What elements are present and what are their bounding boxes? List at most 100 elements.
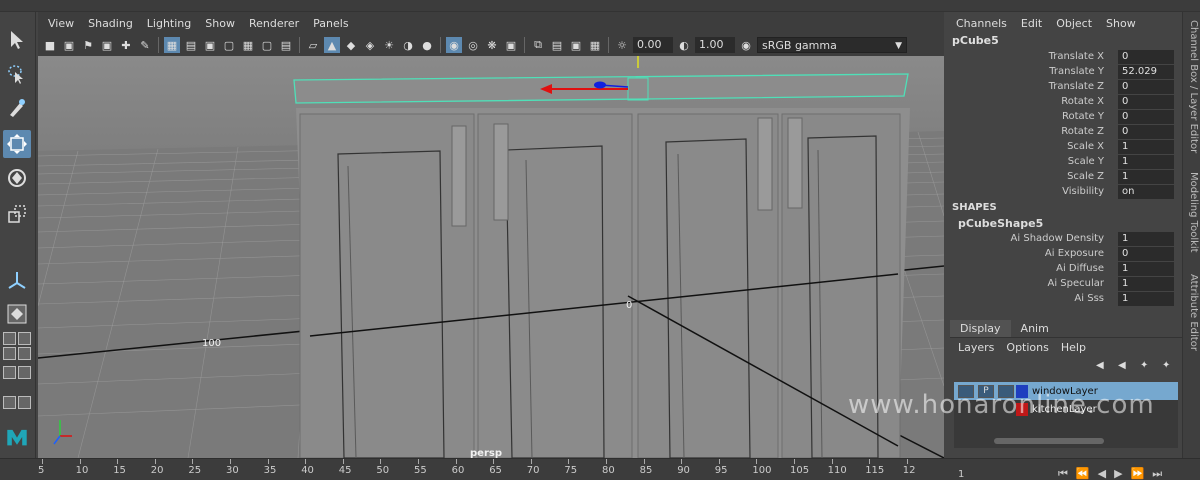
gate-mask-icon[interactable]: ▢ (221, 37, 237, 53)
outliner-layout-icon[interactable] (3, 396, 31, 409)
shape-name[interactable]: pCubeShape5 (946, 217, 1182, 232)
tab-modeling-toolkit[interactable]: Modeling Toolkit (1185, 172, 1199, 253)
grid-icon[interactable]: ▦ (164, 37, 180, 53)
motion-blur-icon[interactable]: ▤ (549, 37, 565, 53)
exposure-field[interactable]: 0.00 (633, 37, 673, 53)
rotate-tool-icon[interactable] (3, 164, 31, 192)
attribute-value[interactable]: 1 (1118, 292, 1174, 306)
tab-display[interactable]: Display (950, 320, 1011, 337)
attribute-row[interactable]: Rotate Z 0 (946, 125, 1182, 140)
menu-object[interactable]: Object (1056, 17, 1092, 30)
attribute-row[interactable]: Translate Z 0 (946, 80, 1182, 95)
create-layer-from-selected-icon[interactable]: ✦ (1162, 360, 1176, 374)
object-name[interactable]: pCube5 (946, 34, 1182, 50)
resolution-gate-icon[interactable]: ▣ (202, 37, 218, 53)
attribute-row[interactable]: Ai Diffuse 1 (946, 262, 1182, 277)
use-all-lights-icon[interactable]: ☀ (381, 37, 397, 53)
attribute-row[interactable]: Rotate Y 0 (946, 110, 1182, 125)
attribute-value[interactable]: 0 (1118, 80, 1174, 94)
film-gate-icon[interactable]: ▤ (183, 37, 199, 53)
menu-layers[interactable]: Layers (958, 341, 994, 354)
field-chart-icon[interactable]: ▦ (240, 37, 256, 53)
wireframe-icon[interactable]: ▱ (305, 37, 321, 53)
attribute-row[interactable]: Ai Exposure 0 (946, 247, 1182, 262)
scale-tool-icon[interactable] (3, 200, 31, 228)
gamma-icon[interactable]: ◐ (676, 37, 692, 53)
attribute-value[interactable]: 0 (1118, 110, 1174, 124)
move-tool-icon[interactable] (3, 130, 31, 158)
attribute-value[interactable]: 0 (1118, 125, 1174, 139)
attribute-row[interactable]: Visibility on (946, 185, 1182, 200)
select-tool-icon[interactable] (3, 26, 31, 54)
menu-panels[interactable]: Panels (313, 17, 348, 30)
attribute-value[interactable]: 1 (1118, 155, 1174, 169)
menu-renderer[interactable]: Renderer (249, 17, 299, 30)
select-camera-icon[interactable]: ⧉ (530, 37, 546, 53)
menu-show[interactable]: Show (1106, 17, 1136, 30)
camera-icon[interactable]: ■ (42, 37, 58, 53)
bookmark-icon[interactable]: ⚑ (80, 37, 96, 53)
step-back-frame-icon[interactable]: ◀ (1098, 467, 1106, 480)
tab-channel-box-layer-editor[interactable]: Channel Box / Layer Editor (1185, 20, 1199, 153)
step-back-key-icon[interactable]: ⏪ (1076, 467, 1090, 480)
shadows-icon[interactable]: ◑ (400, 37, 416, 53)
safe-action-icon[interactable]: ▢ (259, 37, 275, 53)
time-slider[interactable]: 5 10 15 20 25 30 35 40 45 50 55 60 65 70 75 80 85 90 95 100… (0, 458, 948, 480)
2d-pan-zoom-icon[interactable]: ✚ (118, 37, 134, 53)
go-to-start-icon[interactable]: ⏮ (1058, 467, 1068, 480)
move-layer-up-icon[interactable]: ◀ (1096, 360, 1110, 374)
attribute-value[interactable]: 1 (1118, 277, 1174, 291)
attribute-row[interactable]: Ai Shadow Density 1 (946, 232, 1182, 247)
menu-view[interactable]: View (48, 17, 74, 30)
menu-shading[interactable]: Shading (88, 17, 133, 30)
multisample-icon[interactable]: ▣ (568, 37, 584, 53)
attribute-value[interactable]: 1 (1118, 170, 1174, 184)
camera-attributes-icon[interactable]: ▣ (61, 37, 77, 53)
attribute-value[interactable]: 0 (1118, 50, 1174, 64)
four-view-layout-icon[interactable] (3, 332, 31, 360)
textured-icon[interactable]: ◈ (362, 37, 378, 53)
attribute-row[interactable]: Ai Sss 1 (946, 292, 1182, 307)
isolate-select-icon[interactable]: ◉ (446, 37, 462, 53)
xray-joints-icon[interactable]: ❋ (484, 37, 500, 53)
attribute-value[interactable]: 1 (1118, 232, 1174, 246)
smooth-shade-icon[interactable]: ▲ (324, 37, 340, 53)
create-empty-layer-icon[interactable]: ✦ (1140, 360, 1154, 374)
color-space-dropdown[interactable]: sRGB gamma ▼ (757, 37, 907, 53)
lasso-tool-icon[interactable] (3, 60, 31, 88)
menu-show[interactable]: Show (205, 17, 235, 30)
two-view-layout-icon[interactable] (3, 366, 31, 379)
attribute-value[interactable]: 1 (1118, 262, 1174, 276)
color-management-icon[interactable]: ◉ (738, 37, 754, 53)
single-layout-icon[interactable] (3, 300, 31, 328)
attribute-value[interactable]: 1 (1118, 140, 1174, 154)
wireframe-on-shaded-icon[interactable]: ◆ (343, 37, 359, 53)
menu-options[interactable]: Options (1006, 341, 1048, 354)
image-plane-icon[interactable]: ▣ (99, 37, 115, 53)
depth-of-field-icon[interactable]: ▦ (587, 37, 603, 53)
menu-help[interactable]: Help (1061, 341, 1086, 354)
exposure-icon[interactable]: ☼ (614, 37, 630, 53)
move-layer-down-icon[interactable]: ◀ (1118, 360, 1132, 374)
attribute-row[interactable]: Scale Y 1 (946, 155, 1182, 170)
attribute-row[interactable]: Translate X 0 (946, 50, 1182, 65)
3d-viewport[interactable]: 100 0 persp (38, 56, 944, 458)
axis-tool-icon[interactable] (3, 266, 31, 294)
grease-pencil-icon[interactable]: ✎ (137, 37, 153, 53)
menu-channels[interactable]: Channels (956, 17, 1007, 30)
horizontal-scrollbar[interactable] (994, 438, 1104, 444)
attribute-value[interactable]: 0 (1118, 95, 1174, 109)
paint-select-tool-icon[interactable] (3, 94, 31, 122)
attribute-value[interactable]: on (1118, 185, 1174, 199)
attribute-row[interactable]: Rotate X 0 (946, 95, 1182, 110)
play-forward-icon[interactable]: ▶ (1114, 467, 1122, 480)
attribute-value[interactable]: 0 (1118, 247, 1174, 261)
attribute-row[interactable]: Translate Y 52.029 (946, 65, 1182, 80)
tab-anim[interactable]: Anim (1011, 320, 1059, 337)
xray-components-icon[interactable]: ▣ (503, 37, 519, 53)
attribute-row[interactable]: Scale X 1 (946, 140, 1182, 155)
tab-attribute-editor[interactable]: Attribute Editor (1185, 274, 1199, 351)
menu-lighting[interactable]: Lighting (147, 17, 191, 30)
xray-icon[interactable]: ◎ (465, 37, 481, 53)
current-frame-field[interactable]: 1 (958, 469, 964, 480)
